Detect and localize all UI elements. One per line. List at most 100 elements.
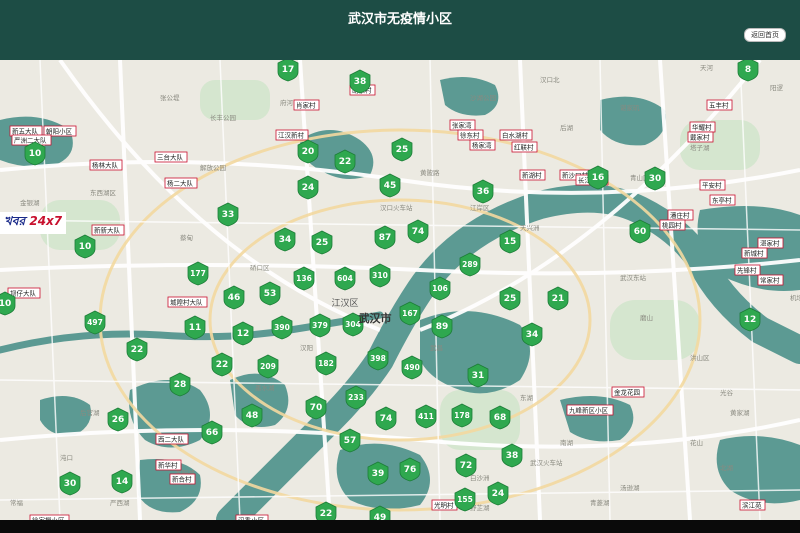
community-count-badge[interactable]: 289 xyxy=(459,252,481,277)
place-tag[interactable]: 金龙花园 xyxy=(611,386,645,398)
community-count-badge[interactable]: 48 xyxy=(241,403,263,428)
place-tag[interactable]: 朝阳小区 xyxy=(43,125,77,137)
community-count-badge[interactable]: 36 xyxy=(472,179,494,204)
place-tag[interactable]: 华耀村 xyxy=(689,121,716,133)
community-count-badge[interactable]: 66 xyxy=(201,420,223,445)
community-count-badge[interactable]: 12 xyxy=(739,307,761,332)
community-count-badge[interactable]: 53 xyxy=(259,281,281,306)
place-tag[interactable]: 杨二大队 xyxy=(164,177,198,189)
community-count-badge[interactable]: 34 xyxy=(521,322,543,347)
community-count-badge[interactable]: 15 xyxy=(499,229,521,254)
community-count-badge[interactable]: 30 xyxy=(644,166,666,191)
place-tag[interactable]: 肖家村 xyxy=(293,99,320,111)
community-count-badge[interactable]: 45 xyxy=(379,173,401,198)
community-count-badge[interactable]: 177 xyxy=(187,261,209,286)
place-tag[interactable]: 先锋村 xyxy=(734,264,761,276)
place-tag[interactable]: 红联村 xyxy=(511,141,538,153)
place-tag[interactable]: 白水湖村 xyxy=(499,129,533,141)
community-count-badge[interactable]: 167 xyxy=(399,301,421,326)
place-tag[interactable]: 城隍村大队 xyxy=(167,296,208,308)
community-count-badge[interactable]: 10 xyxy=(74,234,96,259)
community-count-badge[interactable]: 22 xyxy=(126,337,148,362)
community-count-badge[interactable]: 24 xyxy=(487,481,509,506)
place-tag[interactable]: 湛家村 xyxy=(757,237,784,249)
place-tag[interactable]: 九峰新区小区 xyxy=(566,404,614,416)
community-count-badge[interactable]: 497 xyxy=(84,310,106,335)
place-tag[interactable]: 滨江苑 xyxy=(739,499,766,511)
community-count-badge[interactable]: 106 xyxy=(429,276,451,301)
place-tag[interactable]: 西二大队 xyxy=(155,433,189,445)
community-count-badge[interactable]: 76 xyxy=(399,457,421,482)
place-tag[interactable]: 东亭村 xyxy=(709,194,736,206)
place-tag[interactable]: 新新大队 xyxy=(91,224,125,236)
community-count-badge[interactable]: 24 xyxy=(297,175,319,200)
community-count-badge[interactable]: 38 xyxy=(501,443,523,468)
community-count-badge[interactable]: 178 xyxy=(451,403,473,428)
community-count-badge[interactable]: 74 xyxy=(375,406,397,431)
place-tag[interactable]: 新华村 xyxy=(155,459,182,471)
community-count-badge[interactable]: 25 xyxy=(499,286,521,311)
place-tag[interactable]: 新湖村 xyxy=(519,169,546,181)
place-tag[interactable]: 新五大队 xyxy=(9,125,43,137)
community-count-badge[interactable]: 57 xyxy=(339,428,361,453)
place-tag[interactable]: 杨家湾 xyxy=(469,139,496,151)
community-count-badge[interactable]: 74 xyxy=(407,219,429,244)
community-count-badge[interactable]: 182 xyxy=(315,351,337,376)
community-count-badge[interactable]: 34 xyxy=(274,227,296,252)
community-count-badge[interactable]: 310 xyxy=(369,263,391,288)
community-count-badge[interactable]: 136 xyxy=(293,266,315,291)
place-tag[interactable]: 新合村 xyxy=(169,473,196,485)
community-count-badge[interactable]: 10 xyxy=(0,291,16,316)
place-tag[interactable]: 五丰村 xyxy=(706,99,733,111)
community-count-badge[interactable]: 25 xyxy=(391,137,413,162)
community-count-badge[interactable]: 70 xyxy=(305,395,327,420)
community-count-badge[interactable]: 28 xyxy=(169,372,191,397)
community-count-badge[interactable]: 155 xyxy=(454,487,476,512)
place-tag[interactable]: 新城村 xyxy=(741,247,768,259)
place-tag[interactable]: 桃园村 xyxy=(659,219,686,231)
community-count-badge[interactable]: 46 xyxy=(223,285,245,310)
community-count-badge[interactable]: 11 xyxy=(184,315,206,340)
community-count-badge[interactable]: 31 xyxy=(467,363,489,388)
community-count-badge[interactable]: 398 xyxy=(367,346,389,371)
place-tag[interactable]: 光明村 xyxy=(431,499,458,511)
community-count-badge[interactable]: 21 xyxy=(547,286,569,311)
community-count-badge[interactable]: 490 xyxy=(401,355,423,380)
community-count-badge[interactable]: 12 xyxy=(232,321,254,346)
community-count-badge[interactable]: 209 xyxy=(257,354,279,379)
community-count-badge[interactable]: 14 xyxy=(111,469,133,494)
community-count-badge[interactable]: 16 xyxy=(587,165,609,190)
community-count-badge[interactable]: 30 xyxy=(59,471,81,496)
place-tag[interactable]: 常家村 xyxy=(757,274,784,286)
community-count-badge[interactable]: 89 xyxy=(431,314,453,339)
place-tag[interactable]: 平安村 xyxy=(699,179,726,191)
community-count-badge[interactable]: 20 xyxy=(297,139,319,164)
community-count-badge[interactable]: 38 xyxy=(349,69,371,94)
place-tag[interactable]: 潘庄村 xyxy=(667,209,694,221)
community-count-badge[interactable]: 22 xyxy=(334,149,356,174)
community-count-badge[interactable]: 87 xyxy=(374,225,396,250)
place-tag[interactable]: 江汉新村 xyxy=(275,129,309,141)
place-tag[interactable]: 戴家村 xyxy=(687,131,714,143)
home-button[interactable]: 返回首页 xyxy=(744,28,786,42)
community-count-badge[interactable]: 17 xyxy=(277,60,299,82)
place-tag[interactable]: 杨林大队 xyxy=(89,159,123,171)
community-count-badge[interactable]: 390 xyxy=(271,315,293,340)
community-count-badge[interactable]: 604 xyxy=(334,266,356,291)
community-count-badge[interactable]: 33 xyxy=(217,202,239,227)
community-count-badge[interactable]: 25 xyxy=(311,230,333,255)
place-tag[interactable]: 徐东村 xyxy=(457,129,484,141)
community-count-badge[interactable]: 68 xyxy=(489,405,511,430)
community-count-badge[interactable]: 10 xyxy=(24,141,46,166)
community-count-badge[interactable]: 379 xyxy=(309,313,331,338)
place-tag[interactable]: 张家湾 xyxy=(449,119,476,131)
community-count-badge[interactable]: 233 xyxy=(345,385,367,410)
community-count-badge[interactable]: 8 xyxy=(737,60,759,82)
community-count-badge[interactable]: 60 xyxy=(629,219,651,244)
map-canvas[interactable]: 长丰公园 汉口火车站 黄陂路 解放公园 沙湖公园 东湖 天兴洲 武汉东站 南湖 墨水湖 龙阳湖 后官湖… xyxy=(0,60,800,520)
community-count-badge[interactable]: 39 xyxy=(367,461,389,486)
community-count-badge[interactable]: 22 xyxy=(211,352,233,377)
place-tag[interactable]: 三台大队 xyxy=(154,151,188,163)
community-count-badge[interactable]: 411 xyxy=(415,404,437,429)
community-count-badge[interactable]: 26 xyxy=(107,407,129,432)
